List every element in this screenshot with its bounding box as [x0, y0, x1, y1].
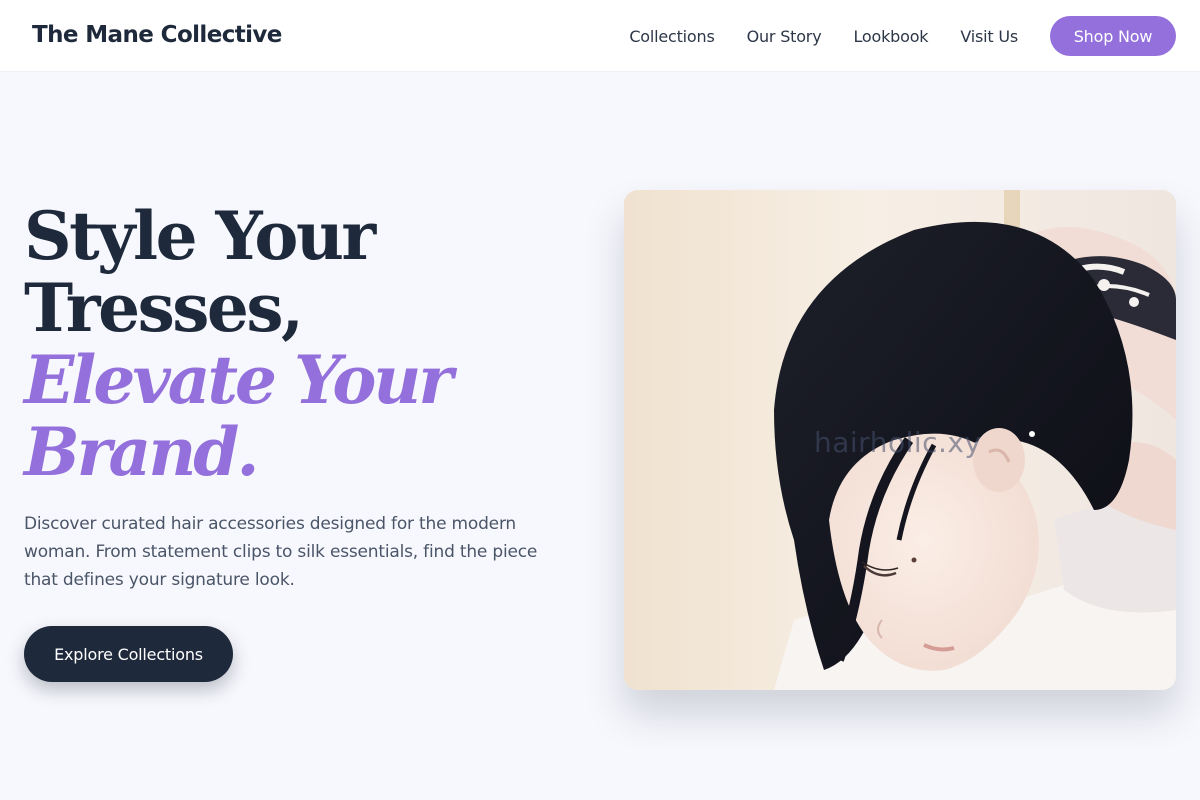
hero-image: hairholic.xy: [624, 190, 1176, 690]
image-watermark: hairholic.xy: [814, 426, 982, 459]
main-nav: Collections Our Story Lookbook Visit Us …: [629, 16, 1176, 56]
nav-link-our-story[interactable]: Our Story: [747, 27, 822, 46]
nav-link-lookbook[interactable]: Lookbook: [853, 27, 928, 46]
explore-collections-button[interactable]: Explore Collections: [24, 626, 233, 682]
brand-logo[interactable]: The Mane Collective: [32, 20, 282, 50]
nav-link-visit-us[interactable]: Visit Us: [960, 27, 1018, 46]
hero-title: Style Your Tresses, Elevate Your Brand.: [24, 200, 584, 488]
hero-title-accent-line-1: Elevate Your: [24, 341, 453, 419]
hero-title-line-1: Style Your: [24, 197, 376, 275]
nav-link-collections[interactable]: Collections: [629, 27, 714, 46]
hero-title-accent-line-2: Brand.: [24, 413, 259, 491]
hero-title-line-2: Tresses,: [24, 269, 304, 347]
shop-now-button[interactable]: Shop Now: [1050, 16, 1176, 56]
site-header: The Mane Collective Collections Our Stor…: [0, 0, 1200, 72]
hero-description: Discover curated hair accessories design…: [24, 514, 538, 590]
